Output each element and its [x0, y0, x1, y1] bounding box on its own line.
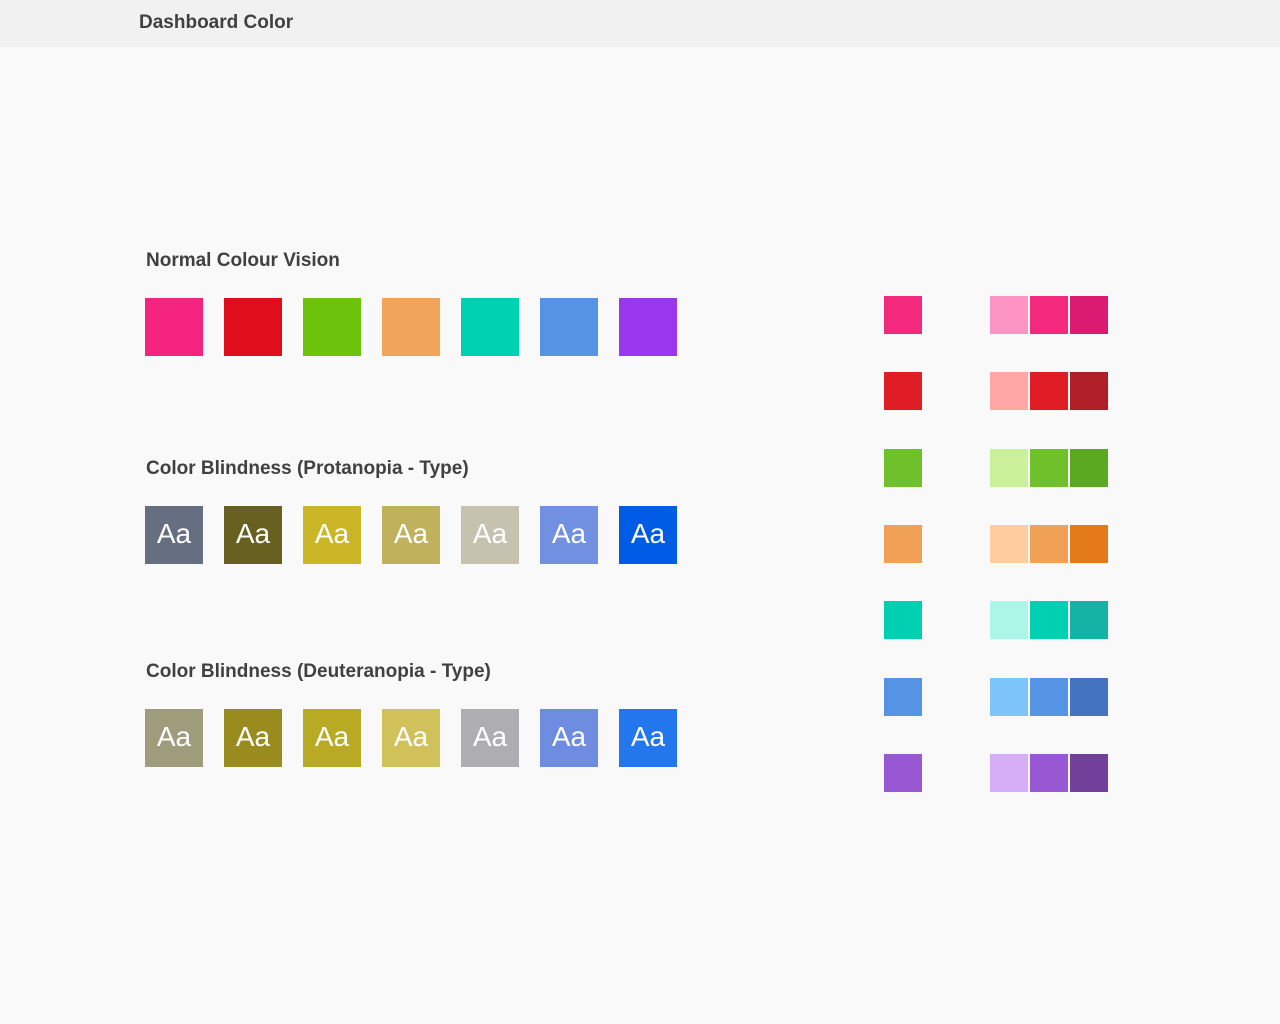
palette-base-swatch — [884, 525, 922, 563]
color-swatch-sample: Aa — [619, 709, 677, 767]
palette-tint-main — [1030, 754, 1068, 792]
palette-scale — [990, 449, 1110, 487]
color-swatch — [382, 298, 440, 356]
color-swatch-sample: Aa — [224, 709, 282, 767]
palette-base-swatch — [884, 678, 922, 716]
palette-base-swatch — [884, 296, 922, 334]
palette-tint-light — [990, 754, 1028, 792]
color-swatch — [619, 298, 677, 356]
color-swatch-sample: Aa — [303, 506, 361, 564]
palette-scale — [990, 296, 1110, 334]
color-swatch-sample: Aa — [145, 709, 203, 767]
color-swatch — [461, 298, 519, 356]
palette-tint-dark — [1070, 372, 1108, 410]
palette-tint-main — [1030, 525, 1068, 563]
palette-tint-dark — [1070, 449, 1108, 487]
palette-tint-dark — [1070, 296, 1108, 334]
palette-scale — [990, 525, 1110, 563]
palette-tint-light — [990, 678, 1028, 716]
palette-tint-main — [1030, 449, 1068, 487]
palette-tint-dark — [1070, 525, 1108, 563]
color-swatch — [224, 298, 282, 356]
palette-tint-dark — [1070, 678, 1108, 716]
color-swatch-sample: Aa — [382, 709, 440, 767]
palette-base-swatch — [884, 601, 922, 639]
palette-tint-main — [1030, 296, 1068, 334]
palette-base-swatch — [884, 449, 922, 487]
color-swatch-sample: Aa — [303, 709, 361, 767]
swatch-row-protanopia: Aa Aa Aa Aa Aa Aa Aa — [145, 506, 685, 564]
palette-tint-main — [1030, 372, 1068, 410]
palette-tint-light — [990, 372, 1028, 410]
color-swatch-sample: Aa — [145, 506, 203, 564]
palette-base-swatch — [884, 372, 922, 410]
color-swatch-sample: Aa — [382, 506, 440, 564]
section-title-normal-vision: Normal Colour Vision — [146, 250, 340, 271]
palette-tint-dark — [1070, 601, 1108, 639]
palette-base-swatch — [884, 754, 922, 792]
palette-tint-light — [990, 449, 1028, 487]
palette-tint-light — [990, 296, 1028, 334]
color-swatch-sample: Aa — [461, 506, 519, 564]
page-title: Dashboard Color — [139, 12, 294, 33]
section-title-protanopia: Color Blindness (Protanopia - Type) — [146, 458, 469, 479]
swatch-row-normal-vision — [145, 298, 685, 356]
palette-tint-light — [990, 525, 1028, 563]
palette-tint-main — [1030, 678, 1068, 716]
color-swatch-sample: Aa — [540, 709, 598, 767]
palette-tint-light — [990, 601, 1028, 639]
palette-scale — [990, 601, 1110, 639]
palette-scale — [990, 372, 1110, 410]
palette-tint-dark — [1070, 754, 1108, 792]
color-swatch-sample: Aa — [540, 506, 598, 564]
palette-scale — [990, 678, 1110, 716]
palette-tint-main — [1030, 601, 1068, 639]
palette-scale — [990, 754, 1110, 792]
color-swatch — [145, 298, 203, 356]
color-swatch-sample: Aa — [461, 709, 519, 767]
color-swatch — [303, 298, 361, 356]
top-bar: Dashboard Color — [0, 0, 1280, 47]
section-title-deuteranopia: Color Blindness (Deuteranopia - Type) — [146, 661, 491, 682]
swatch-row-deuteranopia: Aa Aa Aa Aa Aa Aa Aa — [145, 709, 685, 767]
color-swatch-sample: Aa — [619, 506, 677, 564]
color-swatch — [540, 298, 598, 356]
color-swatch-sample: Aa — [224, 506, 282, 564]
